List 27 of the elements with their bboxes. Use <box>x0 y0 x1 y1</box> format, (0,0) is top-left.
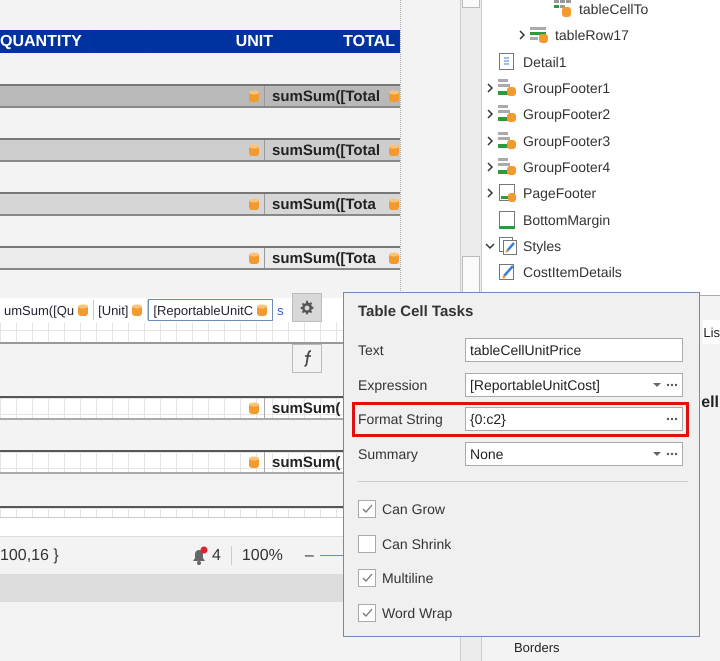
popup-title: Table Cell Tasks <box>358 303 474 320</box>
location-text: 100,16 } <box>0 546 60 564</box>
section-title: ell <box>701 394 719 412</box>
cell-expression: [ReportableUnitC <box>153 302 254 318</box>
summary-expression: sumSum([Total <box>272 142 380 158</box>
summary-expression: sumSum([Total <box>272 88 380 104</box>
cell-expression: s <box>277 302 284 318</box>
checkbox-label: Word Wrap <box>382 604 452 621</box>
checkbox-label: Can Grow <box>382 501 446 518</box>
notification-count: 4 <box>212 546 221 564</box>
zoom-level: 100% <box>242 546 283 564</box>
summary-expression: sumSum( <box>272 454 340 470</box>
borders-label: Borders <box>514 640 561 655</box>
cell-expression: umSum([Qu <box>4 302 74 318</box>
field-label: Expression <box>358 376 428 393</box>
field-label: Summary <box>358 446 419 462</box>
summary-expression: sumSum( <box>272 400 340 416</box>
cell-expression: [Unit] <box>98 302 128 318</box>
field-label: Text <box>358 342 385 358</box>
summary-expression: sumSum([Tota <box>272 250 376 266</box>
column-header: QUANTITY <box>0 30 90 53</box>
summary-expression: sumSum([Tota <box>272 196 376 212</box>
column-header: UNIT <box>150 30 278 53</box>
checkbox-label: Can Shrink <box>382 536 452 552</box>
checkbox-label: Multiline <box>382 570 434 586</box>
field-label: Format String <box>358 411 444 428</box>
column-header: TOTAL <box>278 30 400 53</box>
